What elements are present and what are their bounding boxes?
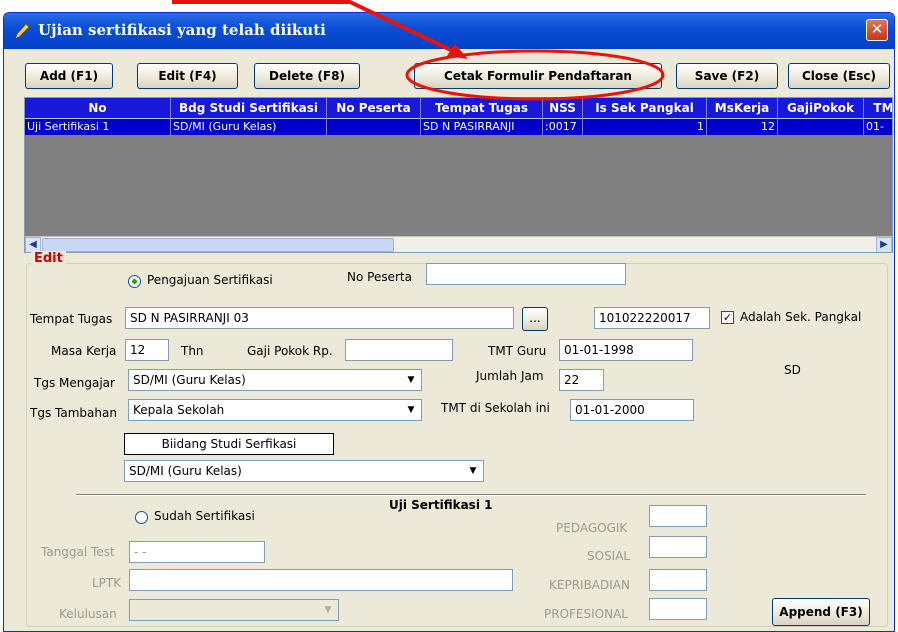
adalah-sek-label: Adalah Sek. Pangkal [740,310,862,324]
column-header-no[interactable]: No [25,98,171,119]
browse-button[interactable]: ... [522,307,548,331]
bidang-studi-select[interactable]: SD/MI (Guru Kelas) ▼ [124,460,484,482]
add-button[interactable]: Add (F1) [25,63,113,89]
append-button[interactable]: Append (F3) [772,598,870,626]
adalah-sek-checkbox[interactable]: ✓ [721,311,734,324]
kelulusan-label: Kelulusan [59,607,117,621]
cell-no: Uji Sertifikasi 1 [25,119,171,135]
column-header-gajipokok[interactable]: GajiPokok [778,98,864,119]
column-header-no-peserta[interactable]: No Peserta [327,98,421,119]
dialog-window: Ujian sertifikasi yang telah diikuti ✕ A… [3,12,895,632]
cell-tmt: 01- [864,119,892,135]
cell-bdg-studi: SD/MI (Guru Kelas) [171,119,327,135]
kepribadian-input[interactable] [649,569,707,591]
horizontal-scrollbar[interactable]: ◀ ▶ [25,236,892,252]
scroll-right-icon[interactable]: ▶ [876,237,892,252]
bidang-studi-value: SD/MI (Guru Kelas) [129,464,242,478]
cell-nss: :0017 [543,119,583,135]
save-button[interactable]: Save (F2) [676,63,778,89]
edit-button[interactable]: Edit (F4) [137,63,238,89]
column-header-tmt[interactable]: TM [864,98,892,119]
section-divider [76,494,866,496]
thn-label: Thn [181,344,204,358]
tanggal-test-label: Tanggal Test [41,545,115,559]
chevron-down-icon[interactable]: ▼ [402,371,420,389]
sosial-label: SOSIAL [587,549,631,563]
column-header-mskerja[interactable]: MsKerja [707,98,778,119]
cell-mskerja: 12 [707,119,778,135]
cetak-formulir-button[interactable]: Cetak Formulir Pendaftaran [414,63,662,89]
chevron-down-icon[interactable]: ▼ [464,462,482,480]
nss-input[interactable]: 101022220017 [594,307,710,329]
bidang-studi-label: Biidang Studi Serfikasi [124,433,334,455]
column-header-tempat-tugas[interactable]: Tempat Tugas [421,98,543,119]
chevron-down-icon[interactable]: ▼ [402,401,420,419]
scroll-thumb[interactable] [42,238,394,252]
close-window-button[interactable]: ✕ [866,19,888,41]
pengajuan-label: Pengajuan Sertifikasi [147,273,273,287]
sertifikasi-grid[interactable]: No Bdg Studi Sertifikasi No Peserta Temp… [24,97,893,253]
title-bar[interactable]: Ujian sertifikasi yang telah diikuti ✕ [4,13,894,49]
cell-tempat-tugas: SD N PASIRRANJI [421,119,543,135]
cell-no-peserta [327,119,421,135]
grid-header: No Bdg Studi Sertifikasi No Peserta Temp… [25,98,892,119]
tmt-guru-input[interactable]: 01-01-1998 [559,339,693,361]
no-peserta-input[interactable] [426,263,626,285]
tgs-mengajar-value: SD/MI (Guru Kelas) [133,373,246,387]
edit-legend: Edit [31,251,66,266]
delete-button[interactable]: Delete (F8) [254,63,360,89]
gaji-pokok-label: Gaji Pokok Rp. [247,344,333,358]
chevron-down-icon[interactable]: ▼ [319,601,337,619]
pedagogik-input[interactable] [649,505,707,527]
tgs-mengajar-label: Tgs Mengajar [34,376,115,390]
no-peserta-label: No Peserta [347,270,412,284]
jumlah-jam-input[interactable]: 22 [559,369,604,391]
tmt-sekolah-label: TMT di Sekolah ini [441,401,550,415]
tanggal-test-input[interactable]: - - [129,541,265,563]
kepribadian-label: KEPRIBADIAN [549,578,630,592]
uji-sertifikasi-title: Uji Sertifikasi 1 [389,498,493,512]
profesional-input[interactable] [649,598,707,620]
lptk-input[interactable] [129,569,513,591]
pedagogik-label: PEDAGOGIK [556,521,628,535]
masa-kerja-input[interactable]: 12 [125,339,169,361]
tgs-tambahan-select[interactable]: Kepala Sekolah ▼ [128,399,422,421]
tempat-tugas-label: Tempat Tugas [30,312,113,326]
tmt-sekolah-input[interactable]: 01-01-2000 [570,399,694,421]
tgs-tambahan-value: Kepala Sekolah [133,403,225,417]
kelulusan-select[interactable]: ▼ [129,599,339,621]
cell-gajipokok [778,119,864,135]
pengajuan-radio[interactable] [128,275,141,288]
column-header-nss[interactable]: NSS [543,98,583,119]
tmt-guru-label: TMT Guru [488,344,547,358]
cell-is-sek-pangkal: 1 [583,119,707,135]
column-header-is-sek-pangkal[interactable]: Is Sek Pangkal [583,98,707,119]
sosial-input[interactable] [649,536,707,558]
close-button[interactable]: Close (Esc) [788,63,890,89]
sudah-sertifikasi-label: Sudah Sertifikasi [154,509,255,523]
profesional-label: PROFESIONAL [544,607,628,621]
window-title: Ujian sertifikasi yang telah diikuti [38,21,326,39]
sudah-sertifikasi-radio[interactable] [135,511,148,524]
gaji-pokok-input[interactable] [345,339,453,361]
table-row[interactable]: Uji Sertifikasi 1 SD/MI (Guru Kelas) SD … [25,119,892,135]
lptk-label: LPTK [92,576,122,590]
jumlah-jam-label: Jumlah Jam [476,369,544,383]
tgs-mengajar-select[interactable]: SD/MI (Guru Kelas) ▼ [128,369,422,391]
tgs-tambahan-label: Tgs Tambahan [30,406,117,420]
masa-kerja-label: Masa Kerja [51,344,117,358]
pencil-icon [15,23,30,39]
tempat-tugas-input[interactable]: SD N PASIRRANJI 03 [125,307,514,329]
sd-label: SD [784,363,801,377]
column-header-bdg-studi[interactable]: Bdg Studi Sertifikasi [171,98,327,119]
